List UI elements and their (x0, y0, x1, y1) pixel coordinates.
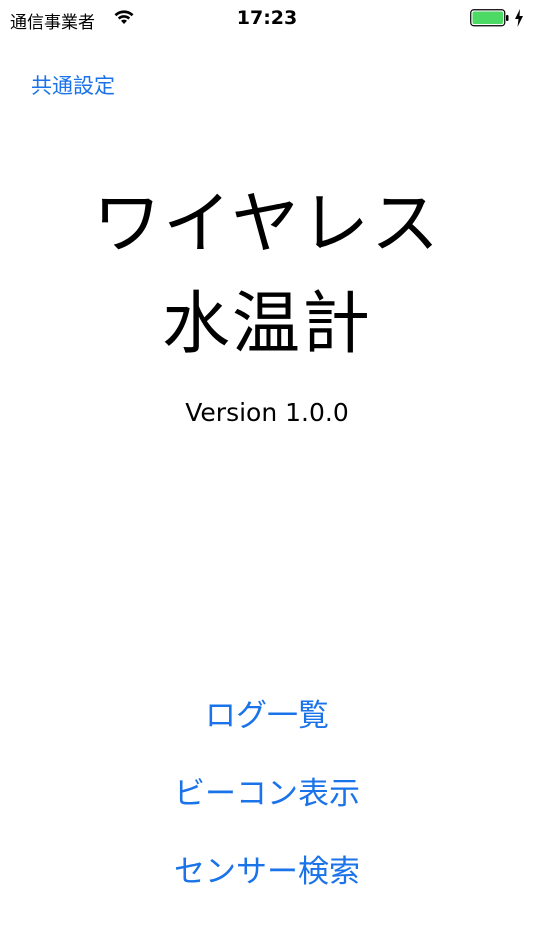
beacon-display-button[interactable]: ビーコン表示 (0, 768, 534, 813)
app-title-line1: ワイヤレス (93, 185, 441, 264)
status-bar: 通信事業者 17:23 (0, 0, 534, 40)
clock: 17:23 (236, 7, 298, 29)
version-label: Version 1.0.0 (185, 398, 349, 427)
charging-bolt-icon (515, 9, 523, 27)
common-settings-button[interactable]: 共通設定 (31, 70, 115, 100)
battery-icon (470, 9, 509, 27)
sensor-search-button[interactable]: センサー検索 (0, 846, 534, 891)
screen: 通信事業者 17:23 共通設定 ワイヤレス 水温計 Version 1.0.0… (0, 0, 534, 950)
app-title-line2: 水温計 (161, 285, 372, 364)
log-list-button[interactable]: ログ一覧 (0, 690, 534, 735)
